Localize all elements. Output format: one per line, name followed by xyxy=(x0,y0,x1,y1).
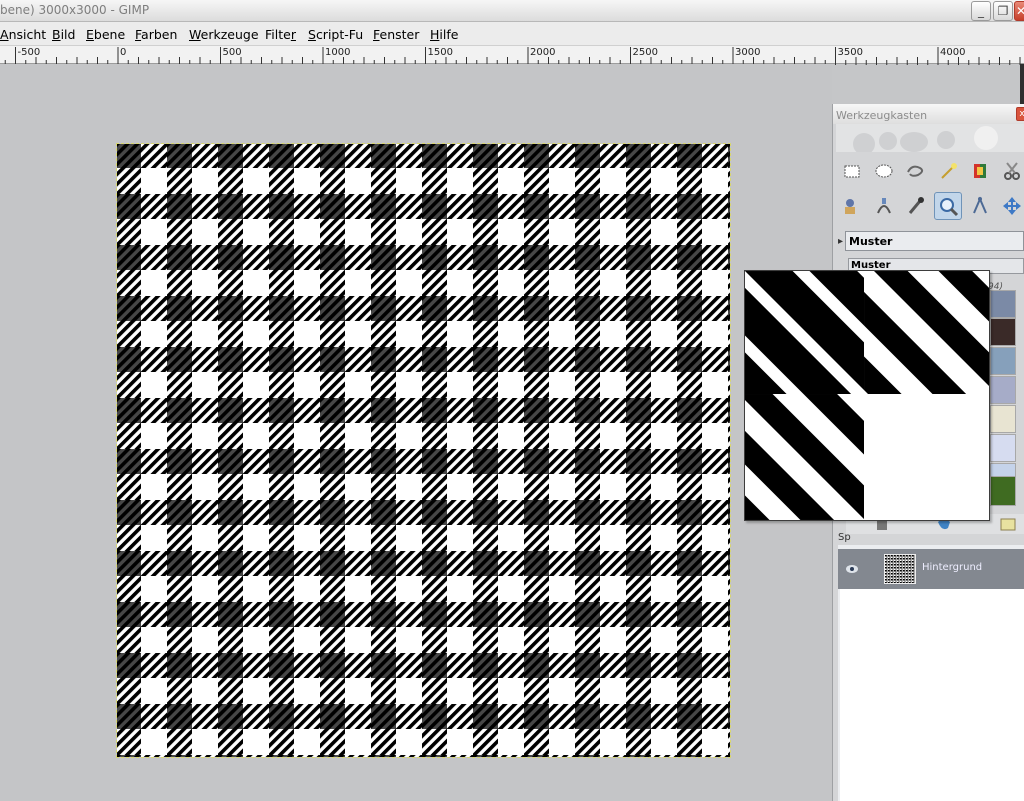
pattern-folder-icon xyxy=(1000,518,1016,531)
zoom-tool-button[interactable] xyxy=(934,192,962,220)
zoom-icon xyxy=(940,198,959,217)
ruler-label: 2500 xyxy=(632,47,658,58)
pattern-swatch[interactable] xyxy=(990,347,1016,375)
ruler-ticks xyxy=(4,47,1021,65)
pattern-swatch[interactable] xyxy=(990,405,1016,433)
color-select-icon xyxy=(974,164,986,178)
foreground-select-icon xyxy=(845,199,855,214)
toolbox-close-button[interactable]: x xyxy=(1016,107,1024,121)
foreground-select-tool-button[interactable] xyxy=(838,192,866,220)
pattern-swatch[interactable] xyxy=(990,290,1016,318)
maximize-button[interactable]: ❐ xyxy=(993,1,1013,21)
wilber-drop-area[interactable] xyxy=(836,124,1024,155)
toolbox-title: Werkzeugkasten xyxy=(833,104,1024,124)
color-select-tool-button[interactable] xyxy=(966,157,994,185)
scissors-icon xyxy=(1004,162,1020,180)
wilber-icon xyxy=(853,126,998,155)
rect-select-tool-button[interactable] xyxy=(838,157,866,185)
pattern-swatch[interactable] xyxy=(990,434,1016,462)
dock-arrow-icon[interactable]: ▸ xyxy=(838,236,843,247)
rect-select-icon xyxy=(844,165,860,178)
ruler-label: 1500 xyxy=(427,47,453,58)
layer-name: Hintergrund xyxy=(922,562,983,573)
move-tool-button[interactable] xyxy=(998,192,1024,220)
minimize-button[interactable]: _ xyxy=(971,1,991,21)
menu-bild[interactable]: Bild xyxy=(52,27,75,42)
ruler-label: 2000 xyxy=(530,47,556,58)
ruler-label: 500 xyxy=(222,47,242,58)
pattern-swatch[interactable] xyxy=(990,376,1016,404)
menu-ebene[interactable]: Ebene xyxy=(86,27,125,42)
window-edge xyxy=(1020,64,1024,104)
layers-list-area[interactable] xyxy=(840,589,1024,801)
visibility-eye-icon[interactable] xyxy=(845,563,859,575)
ruler-label: 0 xyxy=(120,47,127,58)
menu-bar: Ansicht Bild Ebene Farben Werkzeuge Filter Scr… xyxy=(0,22,1024,45)
magic-wand-icon xyxy=(941,163,957,179)
paths-icon xyxy=(877,198,891,214)
layers-side-label: Sp xyxy=(838,532,851,543)
layer-row[interactable]: Hintergrund xyxy=(838,549,1024,589)
window-title: bene) 3000x3000 - GIMP xyxy=(0,3,150,17)
menu-werkzeuge[interactable]: Werkzeuge xyxy=(189,27,259,42)
ellipse-select-icon xyxy=(875,164,893,178)
menu-fenster[interactable]: Fenster xyxy=(373,27,419,42)
menu-ansicht[interactable]: Ansicht xyxy=(0,27,46,42)
move-icon xyxy=(1003,197,1021,215)
paths-tool-button[interactable] xyxy=(870,192,898,220)
menu-script-fu[interactable]: Script-Fu xyxy=(308,27,363,42)
lasso-tool-button[interactable] xyxy=(902,157,930,185)
ruler-label: -500 xyxy=(17,47,41,58)
measure-icon xyxy=(973,196,987,214)
lasso-icon xyxy=(907,165,924,177)
color-picker-tool-button[interactable] xyxy=(902,192,930,220)
menu-hilfe[interactable]: Hilfe xyxy=(430,27,458,42)
pattern-swatch[interactable] xyxy=(990,318,1016,346)
scissors-tool-button[interactable] xyxy=(998,157,1024,185)
canvas-area[interactable] xyxy=(0,64,832,801)
magic-wand-tool-button[interactable] xyxy=(934,157,962,185)
title-bar: bene) 3000x3000 - GIMP _ ❐ ✕ xyxy=(0,0,1024,22)
ruler-label: 4000 xyxy=(940,47,966,58)
layer-thumbnail xyxy=(884,554,916,584)
horizontal-ruler[interactable]: -500 0 500 1000 1500 2000 2500 3000 3500 4000 xyxy=(0,45,1024,65)
close-button[interactable]: ✕ xyxy=(1014,1,1024,21)
ruler-label: 3500 xyxy=(837,47,863,58)
image-canvas[interactable] xyxy=(116,143,731,758)
menu-farben[interactable]: Farben xyxy=(135,27,177,42)
measure-tool-button[interactable] xyxy=(966,192,994,220)
patterns-dock-title: Muster xyxy=(845,231,1024,251)
menu-filter[interactable]: Filter xyxy=(265,27,296,42)
layers-panel: Hintergrund xyxy=(838,545,1024,801)
pattern-swatch[interactable] xyxy=(990,476,1016,506)
ruler-label: 1000 xyxy=(325,47,351,58)
ruler-label: 3000 xyxy=(735,47,761,58)
pattern-preview-popup xyxy=(744,270,990,521)
color-picker-icon xyxy=(908,197,924,214)
ellipse-select-tool-button[interactable] xyxy=(870,157,898,185)
